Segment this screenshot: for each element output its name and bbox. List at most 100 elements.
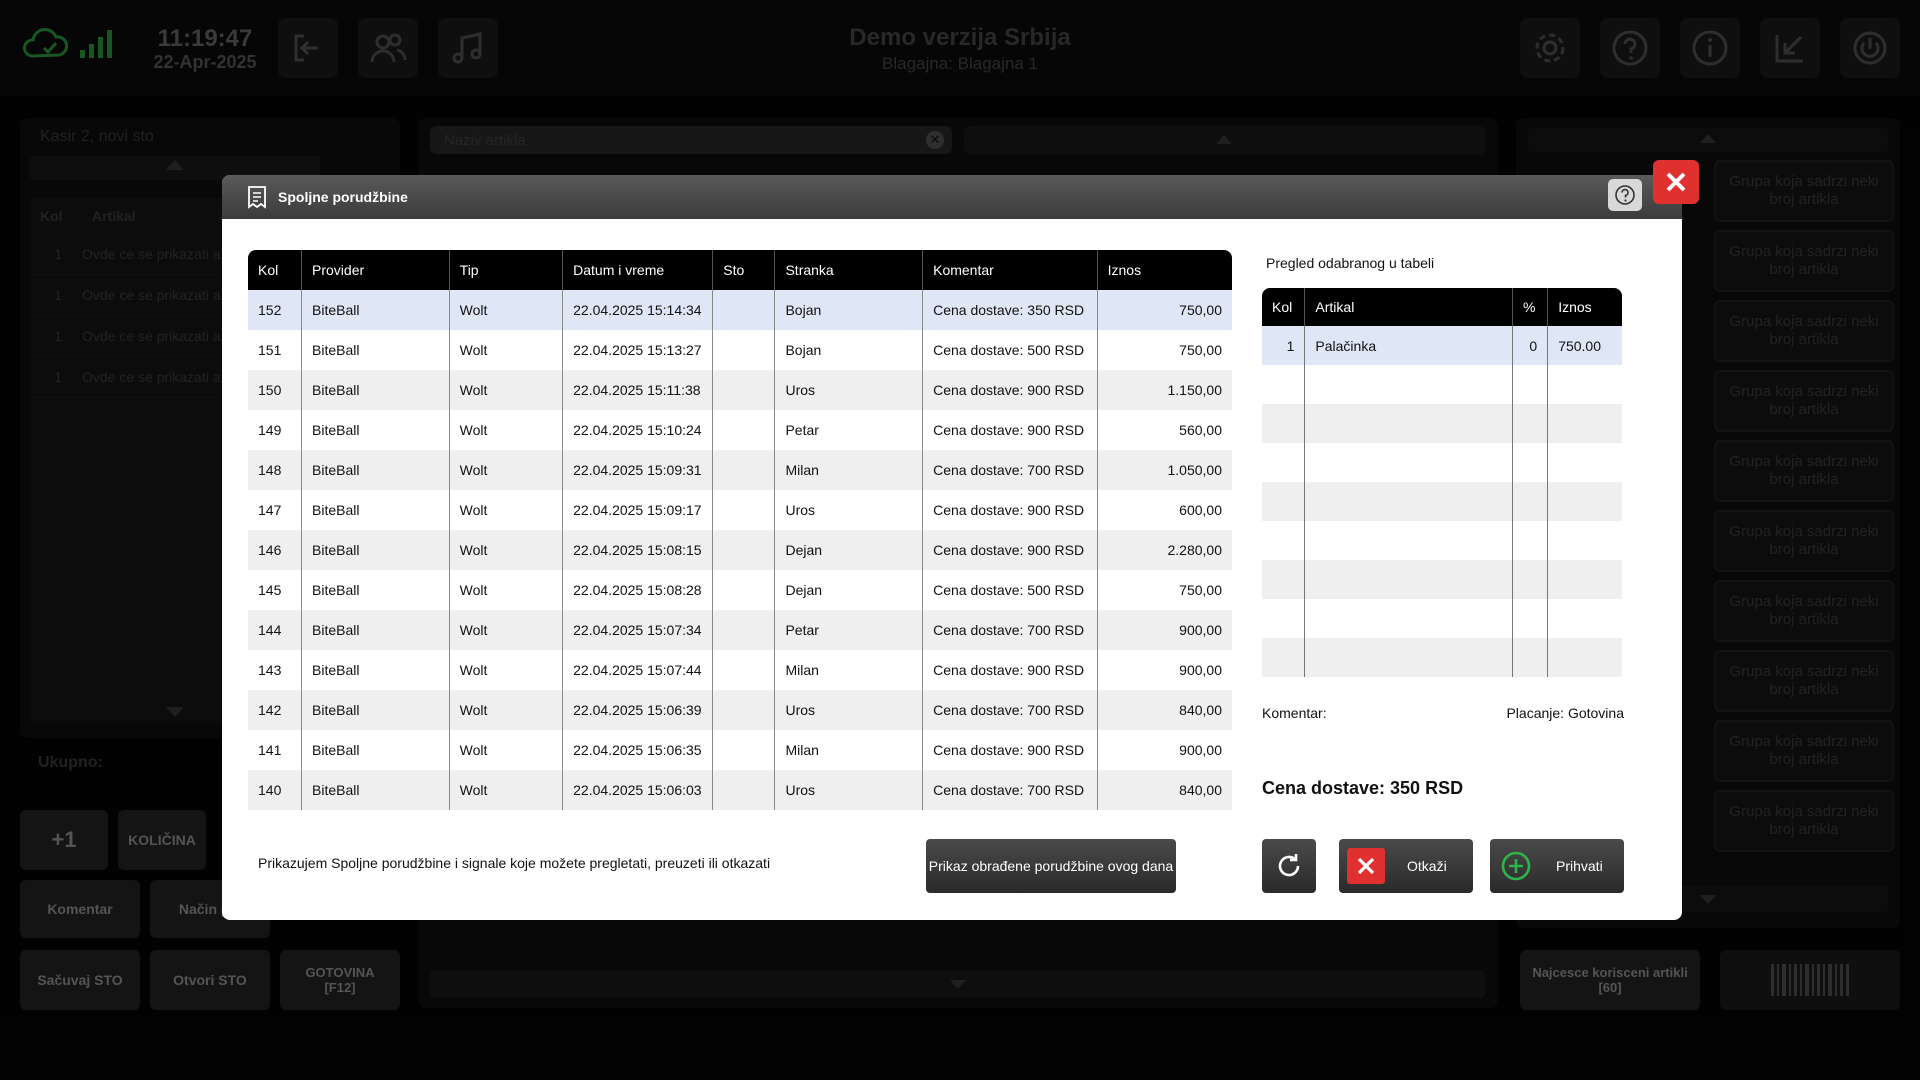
order-cell-komentar: Cena dostave: 900 RSD: [922, 410, 1098, 450]
order-cell-datum: 22.04.2025 15:07:34: [562, 610, 714, 650]
order-cell-provider: BiteBall: [301, 770, 450, 810]
order-cell-provider: BiteBall: [301, 450, 450, 490]
order-cell-sto: [712, 370, 776, 410]
order-cell-iznos: 750,00: [1097, 290, 1232, 330]
order-cell-kol: 147: [248, 490, 303, 530]
order-cell-komentar: Cena dostave: 500 RSD: [922, 570, 1098, 610]
preview-empty-row: [1262, 365, 1622, 404]
order-cell-tip: Wolt: [449, 610, 564, 650]
preview-cell-artikal: Palačinka: [1304, 326, 1513, 365]
preview-cell-iznos: [1547, 638, 1622, 677]
order-cell-sto: [712, 490, 776, 530]
preview-cell-pct: [1512, 560, 1549, 599]
order-cell-stranka: Milan: [774, 450, 924, 490]
receipt-icon: [248, 186, 266, 209]
column-header[interactable]: Iznos: [1097, 250, 1232, 290]
preview-cell-kol: [1262, 560, 1306, 599]
dialog-title: Spoljne porudžbine: [278, 189, 408, 205]
order-row[interactable]: 145 BiteBall Wolt 22.04.2025 15:08:28 Dejan C…: [248, 570, 1232, 610]
order-cell-tip: Wolt: [449, 730, 564, 770]
preview-cell-iznos: [1547, 521, 1622, 560]
order-cell-datum: 22.04.2025 15:08:28: [562, 570, 714, 610]
column-header[interactable]: Datum i vreme: [562, 250, 714, 290]
order-row[interactable]: 147 BiteBall Wolt 22.04.2025 15:09:17 Uros Ce…: [248, 490, 1232, 530]
order-cell-provider: BiteBall: [301, 570, 450, 610]
dialog-close-button[interactable]: [1653, 160, 1699, 204]
order-cell-sto: [712, 650, 776, 690]
column-header[interactable]: Tip: [449, 250, 564, 290]
preview-cell-kol: [1262, 482, 1306, 521]
order-cell-sto: [712, 690, 776, 730]
preview-cell-iznos: 750.00: [1547, 326, 1622, 365]
external-orders-dialog: Spoljne porudžbine Kol Provider Tip Datum i…: [222, 175, 1682, 920]
order-cell-datum: 22.04.2025 15:06:35: [562, 730, 714, 770]
order-cell-tip: Wolt: [449, 410, 564, 450]
order-cell-kol: 140: [248, 770, 303, 810]
order-row[interactable]: 140 BiteBall Wolt 22.04.2025 15:06:03 Uros Ce…: [248, 770, 1232, 810]
order-cell-komentar: Cena dostave: 900 RSD: [922, 650, 1098, 690]
preview-title: Pregled odabranog u tabeli: [1266, 255, 1435, 271]
preview-cell-iznos: [1547, 365, 1622, 404]
preview-cell-kol: [1262, 365, 1306, 404]
preview-cell-pct: [1512, 365, 1549, 404]
order-cell-komentar: Cena dostave: 350 RSD: [922, 290, 1098, 330]
order-cell-stranka: Uros: [774, 770, 924, 810]
show-processed-orders-button[interactable]: Prikaz obrađene porudžbine ovog dana: [926, 839, 1176, 893]
dialog-help-button[interactable]: [1608, 179, 1642, 211]
preview-empty-row: [1262, 599, 1622, 638]
preview-cell-iznos: [1547, 404, 1622, 443]
order-cell-kol: 145: [248, 570, 303, 610]
column-header[interactable]: Sto: [712, 250, 776, 290]
order-cell-provider: BiteBall: [301, 530, 450, 570]
order-cell-iznos: 900,00: [1097, 650, 1232, 690]
order-row[interactable]: 151 BiteBall Wolt 22.04.2025 15:13:27 Bojan C…: [248, 330, 1232, 370]
preview-column-header: %: [1512, 288, 1549, 326]
preview-cell-iznos: [1547, 599, 1622, 638]
order-row[interactable]: 143 BiteBall Wolt 22.04.2025 15:07:44 Milan C…: [248, 650, 1232, 690]
order-cell-kol: 149: [248, 410, 303, 450]
order-row[interactable]: 152 BiteBall Wolt 22.04.2025 15:14:34 Bojan C…: [248, 290, 1232, 330]
order-row[interactable]: 146 BiteBall Wolt 22.04.2025 15:08:15 Dejan C…: [248, 530, 1232, 570]
accept-order-label: Prihvati: [1556, 858, 1603, 874]
column-header[interactable]: Provider: [301, 250, 450, 290]
order-row[interactable]: 149 BiteBall Wolt 22.04.2025 15:10:24 Petar C…: [248, 410, 1232, 450]
order-cell-kol: 143: [248, 650, 303, 690]
cancel-order-label: Otkaži: [1407, 858, 1447, 874]
column-header[interactable]: Stranka: [774, 250, 924, 290]
preview-empty-row: [1262, 482, 1622, 521]
order-cell-tip: Wolt: [449, 570, 564, 610]
order-cell-datum: 22.04.2025 15:06:03: [562, 770, 714, 810]
order-cell-iznos: 750,00: [1097, 570, 1232, 610]
preview-column-header: Iznos: [1547, 288, 1622, 326]
order-cell-kol: 142: [248, 690, 303, 730]
order-cell-tip: Wolt: [449, 370, 564, 410]
order-cell-provider: BiteBall: [301, 290, 450, 330]
order-cell-komentar: Cena dostave: 900 RSD: [922, 490, 1098, 530]
preview-cell-artikal: [1304, 560, 1513, 599]
order-cell-komentar: Cena dostave: 700 RSD: [922, 450, 1098, 490]
order-cell-tip: Wolt: [449, 450, 564, 490]
cancel-order-button[interactable]: Otkaži: [1339, 839, 1473, 893]
order-cell-komentar: Cena dostave: 900 RSD: [922, 370, 1098, 410]
preview-empty-row: [1262, 404, 1622, 443]
order-cell-iznos: 600,00: [1097, 490, 1232, 530]
order-cell-komentar: Cena dostave: 500 RSD: [922, 330, 1098, 370]
order-row[interactable]: 142 BiteBall Wolt 22.04.2025 15:06:39 Uros Ce…: [248, 690, 1232, 730]
order-row[interactable]: 148 BiteBall Wolt 22.04.2025 15:09:31 Milan C…: [248, 450, 1232, 490]
column-header[interactable]: Komentar: [922, 250, 1098, 290]
order-cell-tip: Wolt: [449, 330, 564, 370]
refresh-button[interactable]: [1262, 839, 1316, 893]
order-cell-kol: 146: [248, 530, 303, 570]
order-cell-stranka: Dejan: [774, 570, 924, 610]
preview-cell-artikal: [1304, 482, 1513, 521]
preview-cell-kol: [1262, 443, 1306, 482]
column-header[interactable]: Kol: [248, 250, 303, 290]
preview-cell-pct: 0: [1512, 326, 1549, 365]
order-cell-provider: BiteBall: [301, 650, 450, 690]
preview-empty-row: [1262, 560, 1622, 599]
order-row[interactable]: 141 BiteBall Wolt 22.04.2025 15:06:35 Milan C…: [248, 730, 1232, 770]
accept-order-button[interactable]: Prihvati: [1490, 839, 1624, 893]
order-row[interactable]: 150 BiteBall Wolt 22.04.2025 15:11:38 Uros Ce…: [248, 370, 1232, 410]
preview-cell-iznos: [1547, 560, 1622, 599]
order-row[interactable]: 144 BiteBall Wolt 22.04.2025 15:07:34 Petar C…: [248, 610, 1232, 650]
